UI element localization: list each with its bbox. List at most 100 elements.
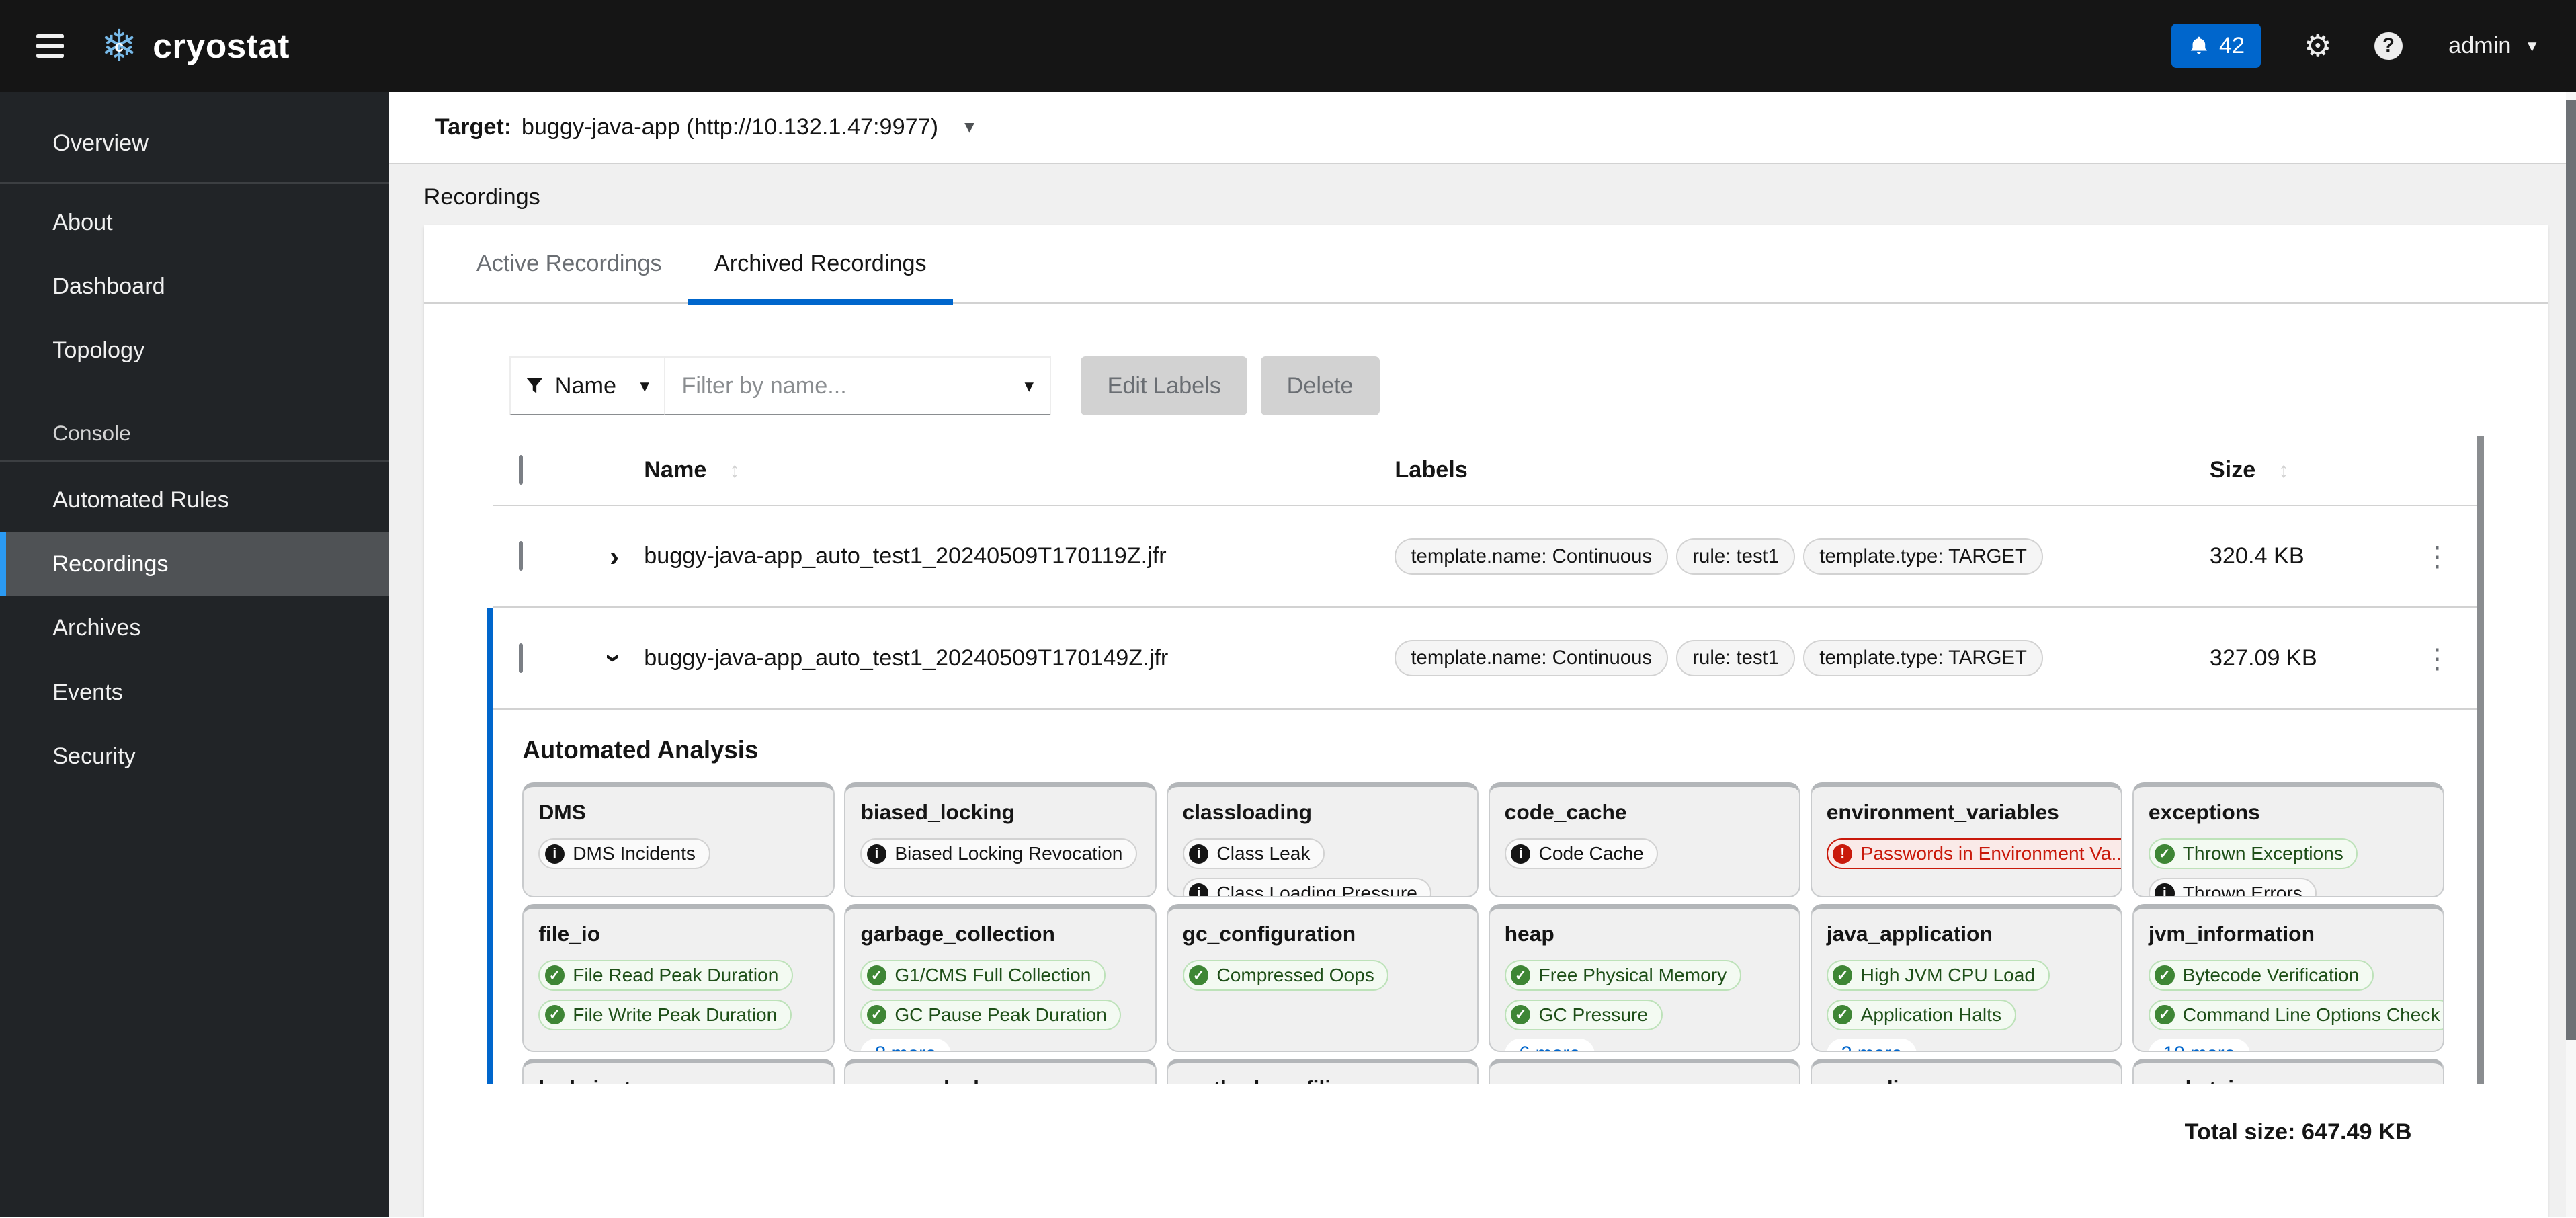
user-menu[interactable]: admin ▾ [2448,33,2536,59]
row-checkbox[interactable] [519,643,524,673]
analysis-chip-ok[interactable]: ✓ Thrown Exceptions [2148,838,2358,870]
expand-row-button[interactable]: › [585,540,644,573]
analysis-chips: ✓ File Read Peak Duration ✓ File Write Peak… [538,959,818,1030]
sidebar-item-security[interactable]: Security [0,725,389,788]
info-icon: i [544,844,565,864]
label-chips: template.name: Continuous rule: test1 temp… [1395,640,2209,677]
chip-label: Biased Locking Revocation [895,843,1123,864]
sidebar-item-overview[interactable]: Overview [0,112,389,175]
analysis-chips: ✓ High JVM CPU Load ✓ Application Halts 2 mo… [1826,959,2106,1051]
analysis-chip-ok[interactable]: ✓ High JVM CPU Load [1826,959,2050,991]
row-checkbox[interactable] [519,541,524,571]
analysis-chip-info[interactable]: i Thrown Errors [2148,877,2317,897]
help-button[interactable]: ? [2374,32,2403,60]
chip-label: Free Physical Memory [1538,965,1727,986]
show-more-link[interactable]: 2 more [1826,1039,1917,1051]
analysis-chip-info[interactable]: i Code Cache [1504,838,1659,870]
label-chip: template.name: Continuous [1395,640,1669,677]
analysis-chip-ok[interactable]: ✓ Command Line Options Check [2148,999,2444,1030]
column-header-size[interactable]: Size ↕ [2210,457,2391,483]
name-filter-input[interactable]: Filter by name... ▾ [665,356,1052,416]
page-scrollbar-thumb[interactable] [2566,100,2576,1041]
check-icon: ✓ [1510,1005,1531,1025]
check-icon: ✓ [1833,965,1853,985]
brand[interactable]: ❄ c cryostat [97,24,290,68]
analysis-chip-critical[interactable]: ! Passwords in Environment Va... [1826,838,2123,870]
chip-label: Passwords in Environment Va... [1860,843,2123,864]
sidebar-item-events[interactable]: Events [0,661,389,725]
sidebar-item-archives[interactable]: Archives [0,596,389,660]
collapse-row-button[interactable]: › [585,642,644,674]
sidebar-item-automated-rules[interactable]: Automated Rules [0,469,389,532]
analysis-card-recording: recording [1810,1058,2123,1085]
analysis-card-method-profiling: method_profiling [1166,1058,1479,1085]
check-icon: ✓ [866,965,887,985]
chip-label: File Read Peak Duration [573,965,779,986]
sidebar-item-about[interactable]: About [0,191,389,255]
row-actions-kebab[interactable]: ⋮ [2391,642,2484,675]
analysis-card-title: processes [1505,1076,1784,1084]
table-scrollbar[interactable] [2477,435,2485,1085]
analysis-chips: i Biased Locking Revocation [860,838,1140,870]
label-chip: rule: test1 [1676,538,1796,575]
analysis-chip-info[interactable]: i Class Leak [1182,838,1325,870]
analysis-chip-info[interactable]: i Biased Locking Revocation [860,838,1137,870]
analysis-chip-info[interactable]: i Class Loading Pressure [1182,877,1432,897]
recordings-card: Active Recordings Archived Recordings Nam… [423,225,2548,1218]
analysis-chip-ok[interactable]: ✓ Bytecode Verification [2148,959,2374,991]
nav-group: About Dashboard Topology [0,191,389,383]
analysis-chip-ok[interactable]: ✓ File Write Peak Duration [538,999,792,1030]
caret-down-icon: ▾ [640,375,650,396]
sidebar-item-topology[interactable]: Topology [0,319,389,382]
analysis-chip-ok[interactable]: ✓ Application Halts [1826,999,2016,1030]
show-more-link[interactable]: 8 more [860,1039,951,1051]
analysis-chip-ok[interactable]: ✓ GC Pause Peak Duration [860,999,1122,1030]
sidebar-item-recordings[interactable]: Recordings [0,532,390,597]
edit-labels-button[interactable]: Edit Labels [1081,356,1247,416]
analysis-chip-ok[interactable]: ✓ File Read Peak Duration [538,959,793,991]
chip-label: 10 more [2163,1043,2235,1050]
tab-archived-recordings[interactable]: Archived Recordings [688,225,954,305]
settings-button[interactable]: ⚙ [2304,30,2332,61]
check-icon: ✓ [2155,965,2175,985]
caret-down-icon: ▾ [1024,375,1034,396]
analysis-chip-ok[interactable]: ✓ GC Pressure [1504,999,1663,1030]
page-scrollbar[interactable] [2566,91,2576,1218]
filter-category-select[interactable]: Name ▾ [509,356,665,416]
row-actions-kebab[interactable]: ⋮ [2391,540,2484,573]
chevron-down-icon: › [599,653,631,663]
filter-icon [526,378,543,393]
sidebar-item-dashboard[interactable]: Dashboard [0,255,389,319]
analysis-chip-info[interactable]: i DMS Incidents [538,838,710,870]
analysis-card-classloading: classloading i Class Leak i Class Loading Pr… [1166,782,1479,898]
delete-button[interactable]: Delete [1260,356,1380,416]
tab-active-recordings[interactable]: Active Recordings [450,225,688,302]
analysis-card-dms: DMS i DMS Incidents [522,782,835,898]
analysis-card-biased-locking: biased_locking i Biased Locking Revocation [844,782,1157,898]
sort-icon[interactable]: ↕ [2278,458,2289,482]
show-more-link[interactable]: 10 more [2148,1039,2250,1051]
sidebar: Overview About Dashboard Topology Console Aut… [0,91,390,1218]
chip-label: Command Line Options Check [2182,1004,2440,1025]
label-chip: template.name: Continuous [1395,538,1669,575]
cryostat-app: ❄ c cryostat 42 ⚙ ? admin ▾ Overview About… [0,0,2576,1218]
sort-icon[interactable]: ↕ [729,458,740,482]
global-nav-toggle[interactable] [23,21,77,71]
recordings-table: Name ↕ Labels Size ↕ › buggy-java-app_aut… [493,435,2485,1085]
analysis-title: Automated Analysis [522,736,759,764]
show-more-link[interactable]: 6 more [1504,1039,1595,1051]
analysis-chips: i Class Leak i Class Loading Pressure [1182,838,1462,897]
analysis-chip-ok[interactable]: ✓ Compressed Oops [1182,959,1389,991]
chip-label: File Write Peak Duration [573,1004,778,1025]
analysis-chip-ok[interactable]: ✓ G1/CMS Full Collection [860,959,1106,991]
analysis-chip-ok[interactable]: ✓ Free Physical Memory [1504,959,1741,991]
select-all-checkbox[interactable] [519,454,524,485]
analysis-card-title: environment_variables [1826,800,2059,825]
notifications-button[interactable]: 42 [2171,24,2261,69]
analysis-card-title: lock_instances [538,1076,818,1084]
table-header-row: Name ↕ Labels Size ↕ [493,436,2485,506]
check-icon: ✓ [2155,844,2175,864]
column-header-name[interactable]: Name ↕ [644,457,1395,483]
target-selector[interactable]: Target: buggy-java-app (http://10.132.1.… [389,91,2576,165]
username: admin [2448,32,2511,58]
